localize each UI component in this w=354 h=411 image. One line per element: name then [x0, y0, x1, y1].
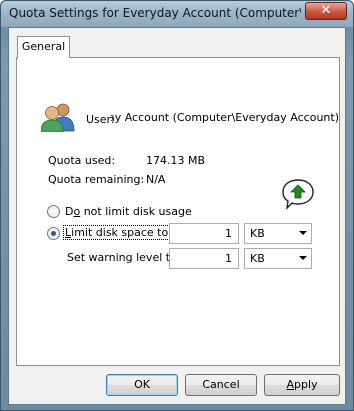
apply-mnemonic: A	[286, 378, 294, 391]
cancel-button[interactable]: Cancel	[185, 374, 257, 396]
quota-remaining-label: Quota remaining:	[48, 173, 145, 186]
users-icon	[41, 103, 75, 132]
chevron-down-icon	[299, 256, 307, 260]
window-title: Quota Settings for Everyday Account (Com…	[9, 6, 301, 20]
no-limit-label[interactable]: Do not limit disk usage	[65, 205, 192, 218]
dialog-client-area: General User: Everyday Account (Computer…	[8, 27, 346, 405]
warning-value-input[interactable]: 1	[169, 248, 239, 269]
warning-unit-select[interactable]: KB	[244, 248, 312, 269]
apply-button[interactable]: Apply	[264, 374, 340, 396]
chevron-down-icon	[299, 231, 307, 235]
general-tab-panel: User: Everyday Account (Computer\Everyda…	[16, 57, 340, 366]
apply-label-rest: pply	[294, 378, 318, 391]
limit-value-input[interactable]: 1	[169, 223, 239, 244]
quota-used-value: 174.13 MB	[146, 154, 206, 167]
quota-remaining-value: N/A	[146, 173, 166, 186]
limit-unit-select[interactable]: KB	[244, 223, 312, 244]
warning-unit-value: KB	[250, 252, 265, 265]
close-button[interactable]: ✕	[305, 2, 347, 20]
user-name-field[interactable]: Everyday Account (Computer\Everyday Acco…	[111, 111, 339, 127]
green-up-arrow-icon	[282, 179, 314, 210]
tab-general[interactable]: General	[17, 36, 70, 58]
limit-unit-value: KB	[250, 227, 265, 240]
warning-level-label: Set warning level to	[67, 251, 177, 264]
limit-disk-space-label[interactable]: Limit disk space to	[62, 225, 171, 240]
title-bar[interactable]: Quota Settings for Everyday Account (Com…	[1, 1, 353, 27]
limit-label-rest: imit disk space to	[71, 226, 169, 239]
quota-used-label: Quota used:	[48, 154, 116, 167]
ok-button[interactable]: OK	[106, 374, 178, 396]
no-limit-label-rest: not limit disk usage	[80, 205, 192, 218]
dialog-window: Quota Settings for Everyday Account (Com…	[0, 0, 354, 411]
user-name-value: Everyday Account (Computer\Everyday Acco…	[111, 111, 339, 124]
limit-disk-space-radio[interactable]	[47, 227, 60, 240]
no-limit-radio[interactable]	[47, 205, 60, 218]
